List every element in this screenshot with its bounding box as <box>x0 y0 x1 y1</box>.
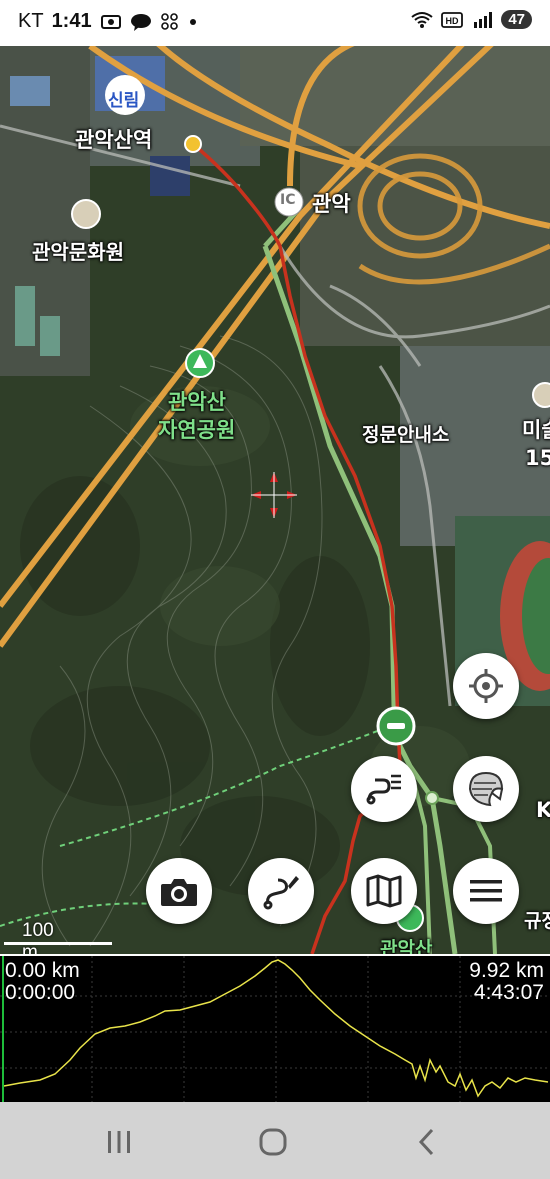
station-marker[interactable] <box>184 135 202 153</box>
elevation-profile[interactable]: 0.00 km 0:00:00 9.92 km 4:43:07 <box>0 954 550 1104</box>
gate-office-label[interactable]: 정문안내소 <box>362 420 449 447</box>
recent-apps-button[interactable] <box>99 1122 139 1162</box>
camera-button[interactable] <box>146 858 212 924</box>
menu-icon <box>470 880 502 902</box>
culture-center-marker[interactable] <box>71 199 101 229</box>
culture-center-label[interactable]: 관악문화원 <box>32 236 124 265</box>
layers-icon <box>468 771 504 807</box>
status-left: KT 1:41 <box>18 10 196 33</box>
start-time: 0:00:00 <box>5 981 76 1004</box>
crosshair-locate-icon <box>469 669 503 703</box>
profile-position-marker <box>2 956 4 1104</box>
park-label-line2[interactable]: 자연공원 <box>158 414 235 444</box>
recent-apps-icon <box>108 1131 130 1153</box>
route-list-button[interactable] <box>351 756 417 822</box>
layers-button[interactable] <box>453 756 519 822</box>
back-icon <box>418 1128 434 1156</box>
talk-icon <box>130 13 151 31</box>
draw-route-icon <box>263 876 299 910</box>
route-list-icon <box>366 774 401 805</box>
camera-icon <box>161 879 197 906</box>
elevation-chart[interactable] <box>0 956 550 1104</box>
hd-icon: HD <box>441 11 464 28</box>
summit-label[interactable]: 관악산 <box>380 934 432 954</box>
status-right: HD 47 <box>411 10 532 29</box>
locate-button[interactable] <box>453 653 519 719</box>
system-navigation-bar <box>0 1102 550 1179</box>
scale-bar <box>4 942 112 945</box>
ic-label[interactable]: 관악 <box>312 188 351 218</box>
carrier-label: KT <box>18 10 44 32</box>
edge-label: 미술 <box>522 418 550 442</box>
edge-label: 15 <box>525 446 550 470</box>
back-button[interactable] <box>407 1122 447 1162</box>
map-canvas[interactable] <box>0 46 550 954</box>
edge-label: K <box>536 798 550 822</box>
signal-icon <box>474 11 493 28</box>
start-distance: 0.00 km <box>5 959 80 982</box>
map-icon <box>366 874 402 908</box>
grid-icon <box>160 12 178 30</box>
station-label[interactable]: 관악산역 <box>75 124 152 154</box>
home-icon <box>259 1128 287 1156</box>
end-distance: 9.92 km <box>469 959 544 982</box>
edge-label: 규정 <box>524 910 550 932</box>
end-time: 4:43:07 <box>473 981 544 1004</box>
clock: 1:41 <box>51 10 92 32</box>
line-label: 신림 <box>108 91 140 111</box>
map-view[interactable]: 신림 관악산역 IC 관악 관악문화원 관악산 자연공원 정문안내소 미술 15… <box>0 46 550 954</box>
battery-level: 47 <box>501 10 532 29</box>
ic-badge-label: IC <box>280 192 296 208</box>
status-bar: KT 1:41 HD 47 <box>0 0 550 46</box>
svg-text:HD: HD <box>446 16 459 26</box>
screenshot-icon <box>100 14 121 29</box>
park-label-line1[interactable]: 관악산 <box>168 386 226 416</box>
draw-route-button[interactable] <box>248 858 314 924</box>
menu-button[interactable] <box>453 858 519 924</box>
notification-dot <box>189 18 196 25</box>
map-button[interactable] <box>351 858 417 924</box>
home-button[interactable] <box>253 1122 293 1162</box>
wifi-icon <box>411 11 433 28</box>
